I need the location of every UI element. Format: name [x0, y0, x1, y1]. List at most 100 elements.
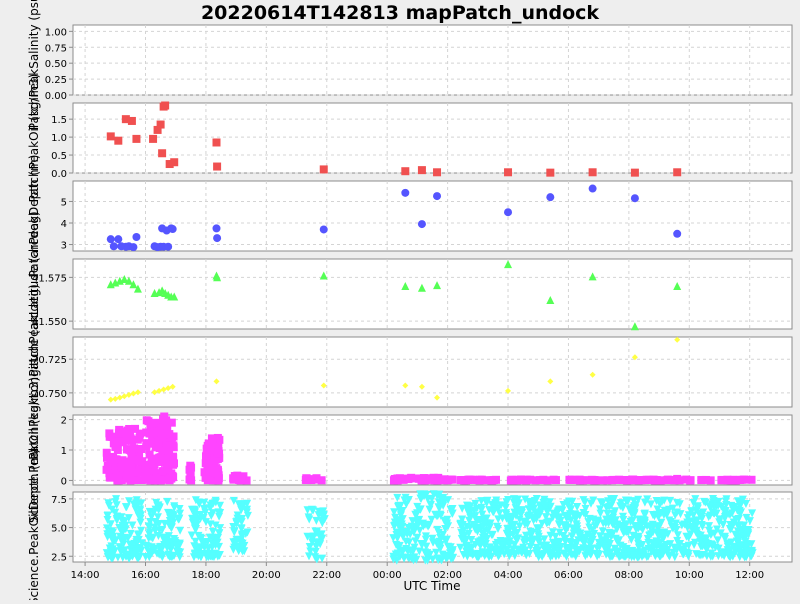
- x-axis-label: UTC Time: [404, 579, 461, 593]
- data-point: [121, 436, 130, 445]
- data-point: [106, 132, 115, 141]
- chart-title: 20220614T142813 mapPatch_undock: [201, 2, 599, 24]
- data-point: [156, 120, 165, 129]
- data-point: [127, 116, 136, 125]
- y-tick-label: 1: [61, 446, 67, 457]
- data-point: [655, 476, 664, 485]
- data-point: [465, 475, 474, 484]
- data-point: [212, 224, 221, 233]
- data-point: [213, 162, 222, 171]
- data-point: [156, 476, 165, 485]
- y-tick-label: 0.00: [45, 91, 67, 102]
- data-point: [567, 475, 576, 484]
- x-tick-label: 20:00: [252, 570, 281, 581]
- y-tick-label: 7.5: [51, 495, 67, 506]
- data-point: [673, 168, 682, 177]
- data-point: [642, 475, 651, 484]
- data-point: [208, 440, 217, 449]
- data-point: [448, 475, 457, 484]
- data-point: [114, 136, 123, 145]
- data-point: [113, 437, 122, 446]
- data-point: [213, 449, 222, 458]
- data-point: [158, 149, 167, 158]
- data-point: [213, 234, 222, 243]
- data-point: [629, 475, 638, 484]
- y-tick-label: 2.5: [51, 552, 67, 563]
- data-point: [588, 168, 597, 177]
- data-point: [417, 166, 426, 175]
- data-point: [127, 449, 136, 458]
- data-point: [697, 475, 706, 484]
- data-point: [237, 475, 246, 484]
- data-point: [117, 463, 126, 472]
- data-point: [168, 225, 177, 234]
- x-tick-label: 22:00: [312, 570, 341, 581]
- y-axis-label: Science.PeakOilDepth (m): [27, 449, 41, 600]
- data-point: [401, 167, 410, 176]
- y-tick-label: 2: [61, 416, 67, 427]
- y-tick-label: 3: [61, 241, 67, 252]
- data-point: [144, 417, 153, 426]
- data-point: [598, 476, 607, 485]
- x-tick-label: 12:00: [735, 570, 764, 581]
- data-point: [161, 101, 170, 110]
- data-point: [311, 475, 320, 484]
- data-point: [615, 475, 624, 484]
- data-point: [114, 429, 123, 438]
- x-tick-label: 00:00: [373, 570, 402, 581]
- data-point: [546, 193, 555, 202]
- x-tick-label: 14:00: [71, 570, 100, 581]
- data-point: [504, 208, 513, 217]
- data-point: [630, 168, 639, 177]
- y-tick-label: 0.50: [45, 59, 67, 70]
- data-point: [588, 184, 597, 193]
- y-tick-label: 5.0: [51, 524, 67, 535]
- data-point: [319, 165, 328, 174]
- data-point: [662, 476, 671, 485]
- x-tick-label: 16:00: [131, 570, 160, 581]
- data-point: [417, 476, 426, 485]
- data-point: [170, 158, 179, 167]
- data-point: [169, 452, 178, 461]
- data-point: [551, 476, 560, 485]
- y-tick-label: 0: [61, 476, 67, 487]
- data-point: [162, 454, 171, 463]
- data-point: [130, 476, 139, 485]
- data-point: [212, 138, 221, 147]
- plot-area: [72, 180, 793, 252]
- data-point: [229, 475, 238, 484]
- plot-area: [72, 24, 793, 96]
- plot-area: [72, 258, 793, 330]
- data-point: [152, 455, 161, 464]
- data-point: [124, 462, 133, 470]
- x-tick-label: 06:00: [554, 570, 583, 581]
- data-point: [109, 242, 118, 251]
- data-point: [673, 229, 682, 238]
- plot-area: [72, 336, 793, 408]
- data-point: [508, 475, 517, 484]
- data-point: [134, 468, 143, 477]
- data-point: [202, 453, 211, 462]
- data-point: [162, 418, 171, 427]
- data-point: [212, 464, 221, 473]
- data-point: [129, 243, 138, 252]
- data-point: [114, 235, 123, 244]
- data-point: [145, 429, 154, 438]
- data-point: [132, 134, 141, 143]
- data-point: [546, 168, 555, 177]
- data-point: [575, 475, 584, 484]
- data-point: [203, 476, 212, 485]
- data-point: [673, 474, 682, 483]
- data-point: [106, 235, 115, 244]
- x-tick-label: 18:00: [192, 570, 221, 581]
- y-tick-label: 1.0: [51, 133, 67, 144]
- data-point: [186, 471, 195, 480]
- data-point: [433, 168, 442, 177]
- data-point: [132, 233, 141, 241]
- data-point: [433, 192, 442, 201]
- y-tick-label: 0.25: [45, 75, 67, 86]
- data-point: [630, 194, 639, 203]
- data-point: [417, 220, 426, 229]
- y-tick-label: 0.0: [51, 169, 67, 180]
- y-tick-label: 1.00: [45, 27, 67, 38]
